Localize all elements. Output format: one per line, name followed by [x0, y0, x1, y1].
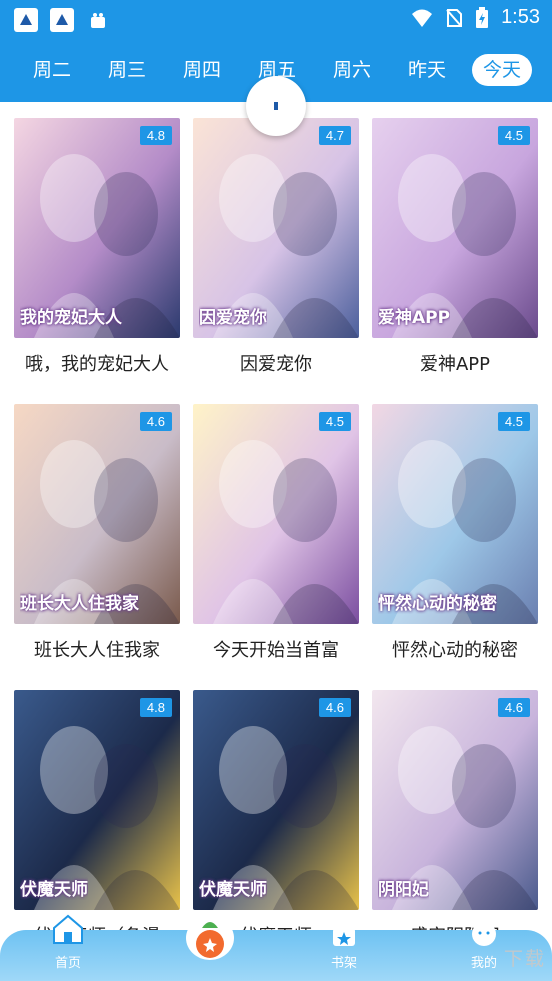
no-sim-icon: [446, 8, 463, 27]
cover-title-text: 班长大人住我家: [20, 594, 139, 614]
pull-refresh-indicator: [246, 76, 306, 136]
rating-badge: 4.6: [139, 412, 172, 431]
cover-title-text: 阴阳妃: [378, 880, 429, 900]
bookshelf-icon: [330, 918, 358, 946]
cover-title-text: 我的宠妃大人: [20, 308, 122, 328]
status-time: 1:53: [501, 6, 540, 28]
comic-title[interactable]: 爱神APP: [372, 350, 538, 376]
tab-wednesday[interactable]: 周三: [95, 54, 159, 86]
comic-card[interactable]: 伏魔天师4.8伏魔天师（条漫: [14, 690, 180, 948]
comic-title[interactable]: 今天开始当首富: [193, 636, 359, 662]
bag-icon: [86, 8, 110, 32]
wifi-icon: [412, 9, 433, 27]
comic-title[interactable]: 怦然心动的秘密: [372, 636, 538, 662]
comic-card[interactable]: 阴阳妃4.6盛宠阴阳妃: [372, 690, 538, 948]
battery-icon: [476, 6, 489, 28]
comic-title[interactable]: 班长大人住我家: [14, 636, 180, 662]
nav-home[interactable]: 首页: [30, 914, 106, 981]
rating-badge: 4.5: [497, 126, 530, 145]
comic-card[interactable]: 怦然心动的秘密 4.5 怦然心动的秘密: [372, 404, 538, 662]
cover-art: [193, 404, 359, 624]
comic-title[interactable]: 因爱宠你: [193, 350, 359, 376]
rating-badge: 4.5: [318, 412, 351, 431]
app-notification-icon: [50, 8, 74, 32]
nav-bookshelf-label: 书架: [330, 956, 357, 971]
cover-title-text: 爱神APP: [378, 308, 451, 328]
cover-title-text: 伏魔天师: [20, 880, 88, 900]
watermark: 下载: [503, 948, 546, 970]
tab-saturday[interactable]: 周六: [320, 54, 384, 86]
comic-cover[interactable]: 伏魔天师 4.6: [193, 690, 359, 910]
cover-title-text: 伏魔天师: [199, 880, 267, 900]
status-bar: 1:53: [0, 0, 552, 40]
rating-badge: 4.8: [139, 126, 172, 145]
comic-card[interactable]: 我的宠妃大人 4.8 哦，我的宠妃大人: [14, 118, 180, 376]
rating-badge: 4.6: [497, 698, 530, 717]
mascot-icon: [186, 916, 234, 960]
comic-card[interactable]: 因爱宠你 4.7 因爱宠你: [193, 118, 359, 376]
tab-thursday[interactable]: 周四: [170, 54, 234, 86]
comic-cover[interactable]: 阴阳妃 4.6: [372, 690, 538, 910]
rating-badge: 4.6: [318, 698, 351, 717]
home-icon: [53, 914, 83, 944]
nav-center[interactable]: [175, 916, 245, 981]
comic-cover[interactable]: 因爱宠你 4.7: [193, 118, 359, 338]
bunny-icon: [472, 912, 496, 946]
bottom-nav: 首页 书架 我的: [0, 912, 552, 981]
cover-title-text: 怦然心动的秘密: [378, 594, 497, 614]
app-notification-icon: [14, 8, 38, 32]
cover-title-text: 因爱宠你: [199, 308, 267, 328]
comic-cover[interactable]: 爱神APP 4.5: [372, 118, 538, 338]
rating-badge: 4.7: [318, 126, 351, 145]
tab-yesterday[interactable]: 昨天: [395, 54, 459, 86]
nav-home-label: 首页: [54, 956, 81, 971]
rating-badge: 4.8: [139, 698, 172, 717]
comic-cover[interactable]: 我的宠妃大人 4.8: [14, 118, 180, 338]
tab-tuesday[interactable]: 周二: [20, 54, 84, 86]
comic-card[interactable]: 班长大人住我家 4.6 班长大人住我家: [14, 404, 180, 662]
comic-cover[interactable]: 4.5: [193, 404, 359, 624]
comic-title[interactable]: 哦，我的宠妃大人: [14, 350, 180, 376]
tab-today[interactable]: 今天: [472, 54, 532, 86]
comic-card[interactable]: 爱神APP 4.5 爱神APP: [372, 118, 538, 376]
comic-cover[interactable]: 班长大人住我家 4.6: [14, 404, 180, 624]
rating-badge: 4.5: [497, 412, 530, 431]
comic-card[interactable]: 4.5 今天开始当首富: [193, 404, 359, 662]
comic-cover[interactable]: 怦然心动的秘密 4.5: [372, 404, 538, 624]
comic-cover[interactable]: 伏魔天师 4.8: [14, 690, 180, 910]
nav-bookshelf[interactable]: 书架: [306, 918, 382, 981]
